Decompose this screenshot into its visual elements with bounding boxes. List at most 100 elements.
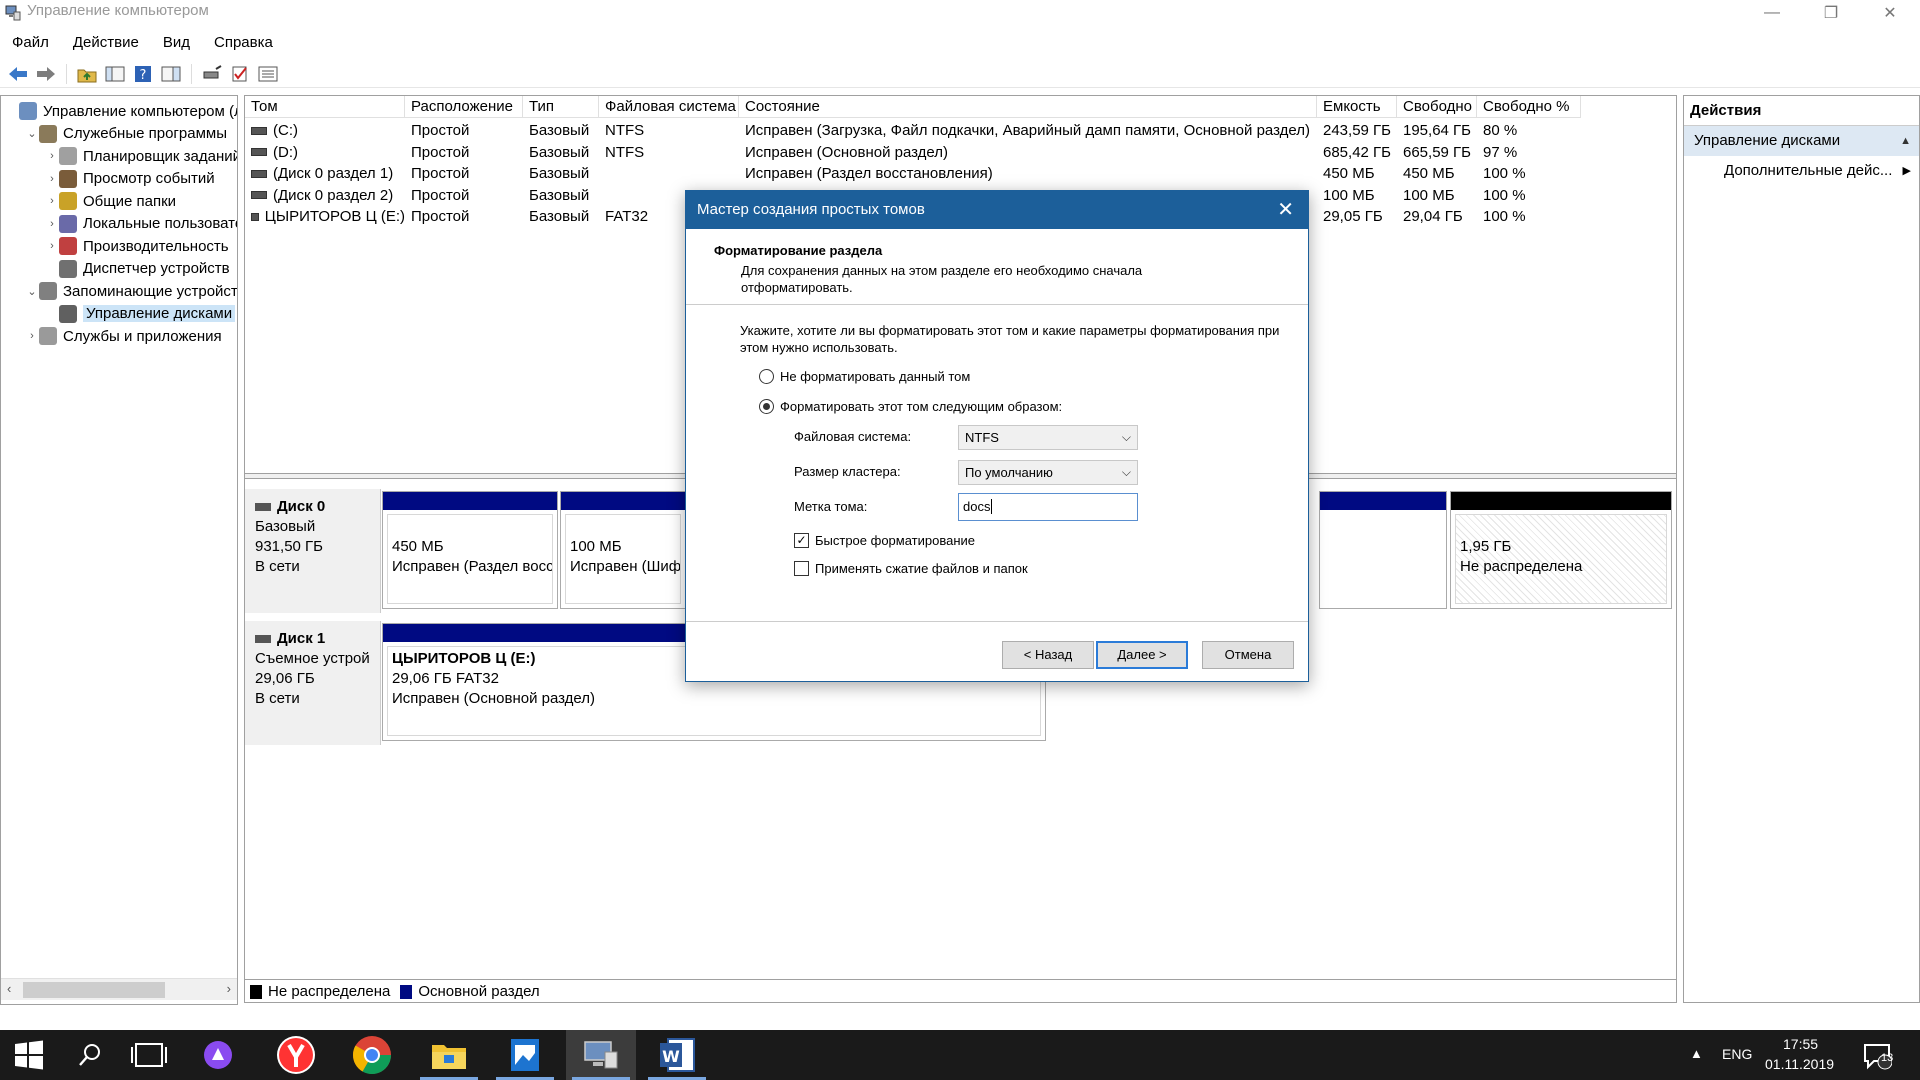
properties-pane-icon[interactable] (159, 62, 183, 86)
scroll-right-icon[interactable]: › (227, 981, 231, 996)
radio-format-button[interactable] (759, 399, 774, 414)
chevron-right-icon[interactable]: › (45, 240, 59, 252)
word-icon[interactable]: W (642, 1030, 712, 1080)
cancel-button[interactable]: Отмена (1202, 641, 1294, 669)
actions-section-disk-management[interactable]: Управление дисками ▲ (1684, 126, 1919, 156)
chevron-right-icon[interactable]: › (45, 218, 59, 230)
column-header[interactable]: Емкость (1317, 96, 1397, 117)
clock-date[interactable]: 01.11.2019 (1765, 1056, 1834, 1072)
tree-item[interactable]: › Производительность (45, 235, 229, 257)
tree-item-label: Запоминающие устройств (63, 282, 238, 300)
compression-option[interactable]: Применять сжатие файлов и папок (794, 561, 1028, 576)
list-view-icon[interactable] (256, 62, 280, 86)
horizontal-scrollbar[interactable]: ‹ › (1, 978, 237, 1000)
disk-label[interactable]: Диск 1 Съемное устрой 29,06 ГБ В сети (245, 621, 381, 745)
yandex-browser-icon[interactable] (268, 1030, 324, 1080)
chevron-right-icon[interactable]: › (45, 173, 59, 185)
notifications-icon[interactable]: 13 (1852, 1030, 1902, 1080)
tree-item[interactable]: › Планировщик заданий (45, 145, 237, 167)
toolbar: ? (0, 60, 1920, 88)
forward-arrow-icon[interactable] (34, 62, 58, 86)
column-header[interactable]: Тип (523, 96, 599, 117)
chevron-down-icon[interactable]: ⌄ (25, 127, 39, 140)
start-windows-icon[interactable] (0, 1030, 58, 1080)
clock-time[interactable]: 17:55 (1783, 1036, 1818, 1052)
partition[interactable]: 100 МБ Исправен (Шифр (560, 491, 686, 609)
volume-label-input[interactable]: docs (958, 493, 1138, 521)
check-properties-icon[interactable] (228, 62, 252, 86)
radio-no-format-button[interactable] (759, 369, 774, 384)
tree-node-icon (59, 304, 77, 323)
tree-item[interactable]: Диспетчер устройств (45, 258, 230, 280)
cluster-size-select[interactable]: По умолчанию ⌵ (958, 460, 1138, 485)
photos-icon[interactable] (490, 1030, 560, 1080)
tree-item[interactable]: ⌄ Служебные программы (25, 123, 227, 145)
scroll-thumb[interactable] (23, 982, 165, 998)
drive-icon (251, 212, 259, 221)
collapse-up-icon[interactable]: ▲ (1900, 126, 1911, 156)
tree-node-icon (39, 282, 57, 300)
menu-action[interactable]: Действие (61, 30, 151, 56)
scroll-left-icon[interactable]: ‹ (7, 981, 11, 996)
menu-file[interactable]: Файл (0, 30, 61, 56)
partition[interactable]: 450 МБ Исправен (Раздел восс (382, 491, 558, 609)
computer-management-taskbar-icon[interactable] (566, 1030, 636, 1080)
table-row[interactable]: (Диск 0 раздел 1) Простой Базовый Исправен … (245, 163, 1581, 184)
tree-item[interactable]: ⌄ Запоминающие устройств (25, 280, 238, 302)
tree-item[interactable]: Управление дисками (45, 303, 236, 325)
table-cell: 97 % (1483, 143, 1518, 161)
console-tree-icon[interactable] (103, 62, 127, 86)
radio-no-format[interactable]: Не форматировать данный том (759, 369, 970, 384)
chevron-right-icon[interactable]: › (25, 330, 39, 342)
compression-checkbox[interactable] (794, 561, 809, 576)
console-tree: Управление компьютером (лс ⌄ Служебные про… (0, 95, 238, 1005)
next-button[interactable]: Далее > (1096, 641, 1188, 669)
restore-button[interactable]: ❐ (1803, 0, 1859, 26)
tree-item[interactable]: › Службы и приложения (25, 325, 222, 347)
chevron-right-icon[interactable]: › (45, 150, 59, 162)
tree-item[interactable]: Управление компьютером (лс (5, 100, 237, 122)
disk-icon (255, 503, 271, 511)
quick-format-option[interactable]: ✓ Быстрое форматирование (794, 533, 975, 548)
table-row[interactable]: (D:) Простой Базовый NTFS Исправен (Основной… (245, 142, 1581, 163)
search-icon[interactable] (62, 1030, 118, 1080)
help-icon[interactable]: ? (131, 62, 155, 86)
tray-overflow-icon[interactable]: ▲ (1690, 1046, 1703, 1061)
partition[interactable]: 1,95 ГБ Не распределена (1450, 491, 1672, 609)
minimize-button[interactable]: — (1744, 0, 1800, 26)
language-indicator[interactable]: ENG (1722, 1046, 1752, 1062)
actions-more[interactable]: Дополнительные дейс... ▶ (1684, 156, 1919, 186)
tree-item[interactable]: › Просмотр событий (45, 168, 215, 190)
column-header[interactable]: Свободно (1397, 96, 1477, 117)
table-cell: Базовый (529, 122, 590, 139)
chrome-icon[interactable] (344, 1030, 400, 1080)
tree-item[interactable]: › Общие папки (45, 190, 176, 212)
partition-color-bar (1320, 492, 1446, 510)
alice-assistant-icon[interactable] (190, 1030, 246, 1080)
column-header[interactable]: Расположение (405, 96, 523, 117)
file-system-select[interactable]: NTFS ⌵ (958, 425, 1138, 450)
menu-help[interactable]: Справка (202, 30, 285, 56)
back-button[interactable]: < Назад (1002, 641, 1094, 669)
quick-format-checkbox[interactable]: ✓ (794, 533, 809, 548)
column-header[interactable]: Свободно % (1477, 96, 1581, 117)
disk-icon (255, 635, 271, 643)
tree-item[interactable]: › Локальные пользовате (45, 213, 237, 235)
menu-view[interactable]: Вид (151, 30, 202, 56)
radio-format[interactable]: Форматировать этот том следующим образом… (759, 399, 1062, 414)
column-header[interactable]: Том (245, 96, 405, 117)
back-arrow-icon[interactable] (6, 62, 30, 86)
chevron-down-icon[interactable]: ⌄ (25, 285, 39, 298)
disk-label[interactable]: Диск 0 Базовый 931,50 ГБ В сети (245, 489, 381, 613)
dialog-close-icon[interactable]: ✕ (1277, 198, 1294, 222)
column-header[interactable]: Состояние (739, 96, 1317, 117)
connect-drive-icon[interactable] (200, 62, 224, 86)
file-explorer-icon[interactable] (414, 1030, 484, 1080)
column-header[interactable]: Файловая система (599, 96, 739, 117)
partition[interactable] (1319, 491, 1447, 609)
close-window-button[interactable]: ✕ (1862, 0, 1918, 26)
table-row[interactable]: (C:) Простой Базовый NTFS Исправен (Загрузка… (245, 120, 1581, 141)
task-view-icon[interactable] (122, 1030, 178, 1080)
up-folder-icon[interactable] (75, 62, 99, 86)
chevron-right-icon[interactable]: › (45, 195, 59, 207)
